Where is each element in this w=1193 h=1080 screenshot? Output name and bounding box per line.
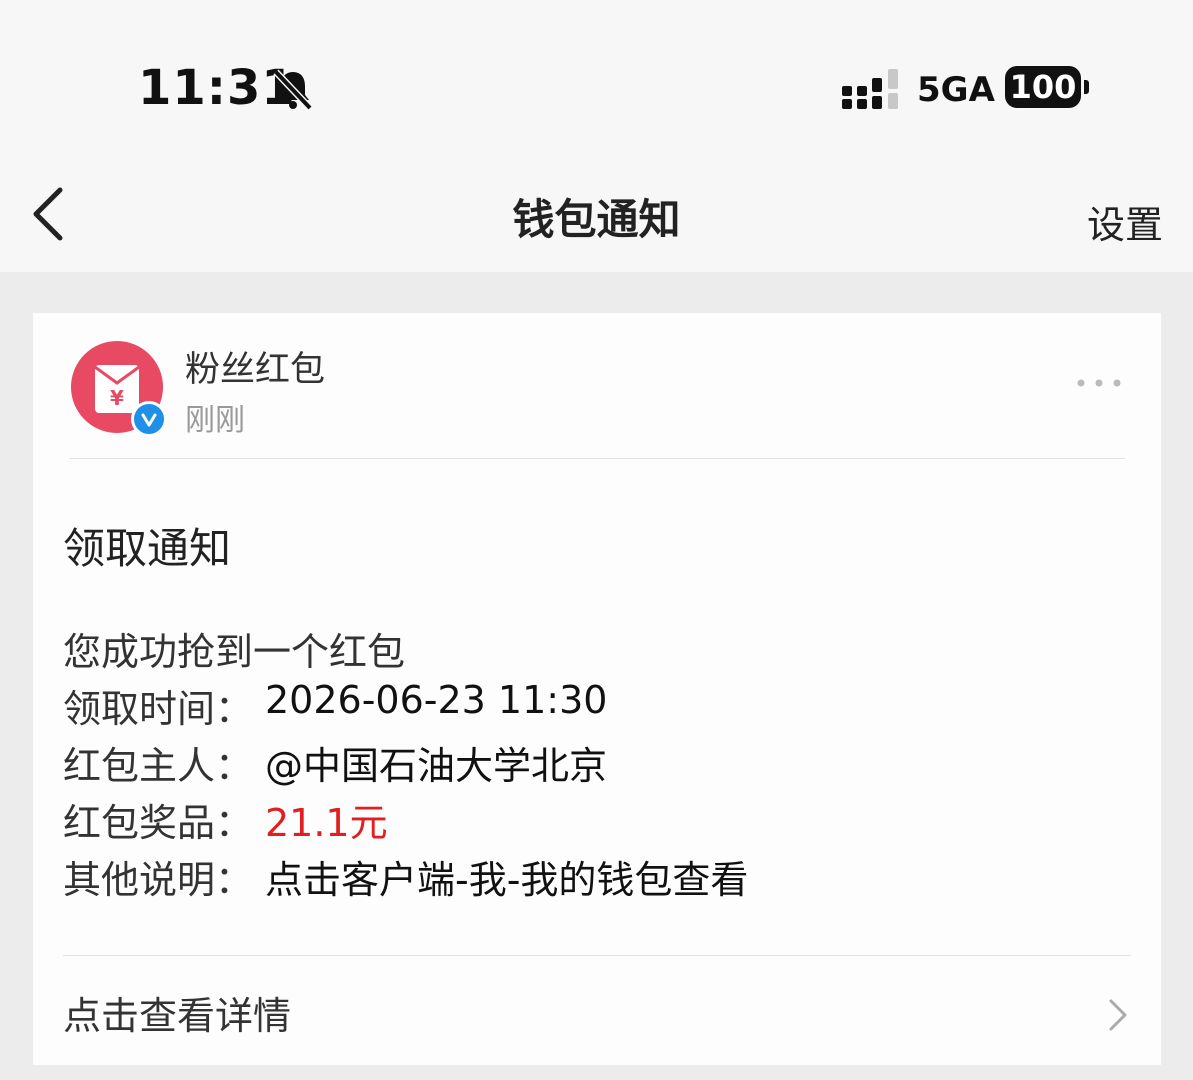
signal-icon (842, 69, 898, 109)
network-type: 5GA (917, 70, 995, 110)
battery-indicator: 100 (1005, 66, 1081, 108)
sender-name[interactable]: 粉丝红包 (185, 341, 325, 392)
page-title: 钱包通知 (512, 195, 681, 244)
message-time: 刚刚 (185, 403, 245, 438)
field-receive-time: 领取时间： 2026-06-23 11:30 (63, 678, 607, 733)
field-envelope-owner: 红包主人： @中国石油大学北京 (63, 735, 607, 790)
nav-bar: 钱包通知 设置 (0, 150, 1193, 272)
view-details-link[interactable]: 点击查看详情 (63, 985, 1131, 1045)
notification-card: ¥ 粉丝红包 刚刚 领取通知 您成功抢到一个红包 领取时间： 2026-06-2… (33, 313, 1161, 1065)
field-label: 其他说明： (63, 858, 254, 902)
verified-badge-icon (131, 401, 167, 437)
field-prize: 红包奖品： 21.1元 (63, 792, 388, 847)
view-details-label: 点击查看详情 (63, 994, 292, 1038)
field-value: 点击客户端-我-我的钱包查看 (265, 858, 749, 902)
intro-text: 您成功抢到一个红包 (63, 630, 406, 674)
chevron-right-icon (1109, 999, 1127, 1031)
prize-amount: 21.1元 (265, 801, 388, 845)
divider (69, 458, 1125, 459)
silent-bell-icon (273, 69, 313, 111)
more-options-icon[interactable] (1073, 373, 1125, 393)
field-value: 2026-06-23 11:30 (265, 678, 608, 722)
svg-text:¥: ¥ (110, 386, 124, 410)
field-label: 红包主人： (63, 744, 254, 788)
field-label: 红包奖品： (63, 801, 254, 845)
settings-button[interactable]: 设置 (1087, 194, 1163, 249)
field-other-notes: 其他说明： 点击客户端-我-我的钱包查看 (63, 849, 748, 904)
divider (63, 955, 1131, 956)
status-bar: 11:31 5GA 100 (0, 0, 1193, 150)
battery-nub (1084, 80, 1089, 94)
field-label: 领取时间： (63, 687, 254, 731)
notice-title: 领取通知 (63, 524, 232, 573)
field-value: @中国石油大学北京 (265, 744, 608, 788)
